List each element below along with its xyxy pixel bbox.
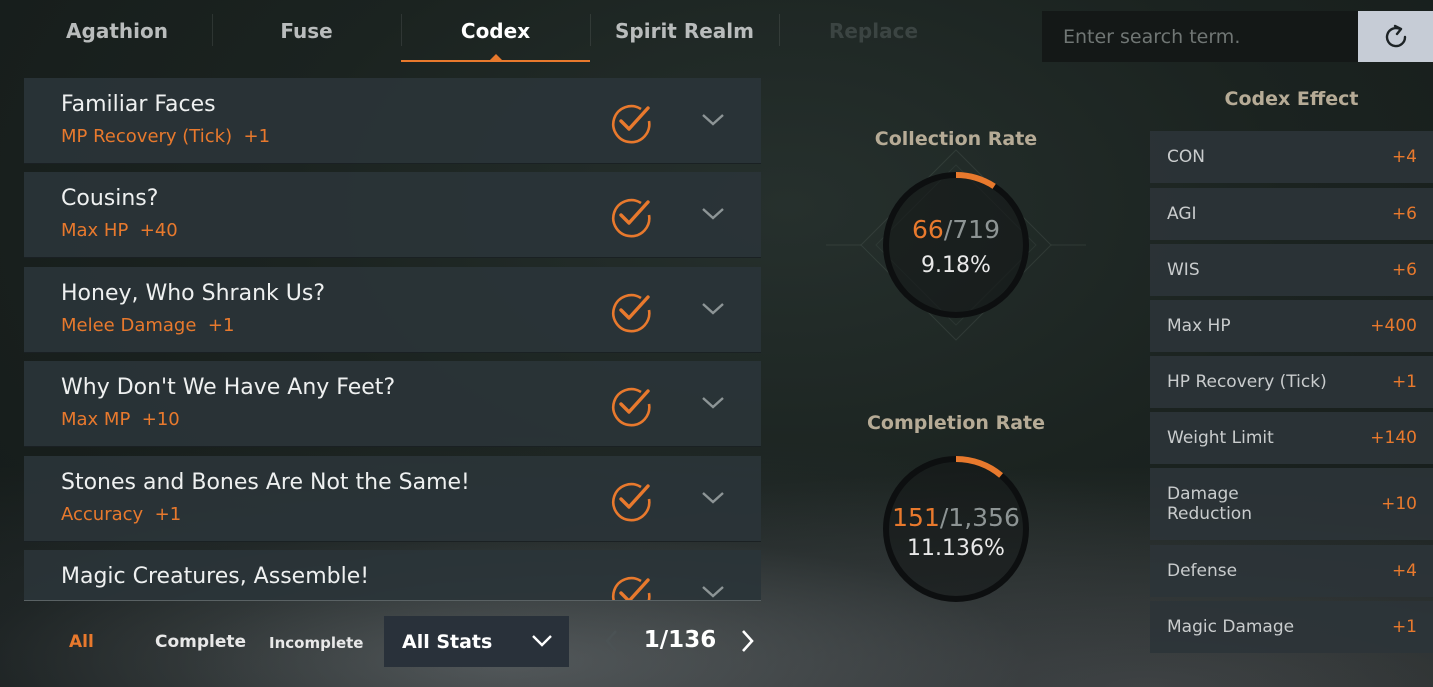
- effect-stat-value: +1: [1391, 372, 1417, 392]
- codex-item-title: Familiar Faces: [61, 92, 216, 117]
- tab-fuse[interactable]: Fuse: [212, 0, 401, 62]
- completion-total: /1,356: [939, 503, 1020, 532]
- codex-item[interactable]: Stones and Bones Are Not the Same! Accur…: [24, 456, 761, 542]
- effect-stat-name: AGI: [1167, 204, 1197, 224]
- codex-item[interactable]: Magic Creatures, Assemble!: [24, 550, 761, 600]
- completion-percent: 11.136%: [907, 536, 1005, 561]
- codex-effect-row: Magic Damage +1: [1150, 601, 1433, 653]
- codex-effect-row: CON +4: [1150, 131, 1433, 183]
- tab-replace: Replace: [779, 0, 968, 62]
- codex-item-title: Magic Creatures, Assemble!: [61, 564, 370, 589]
- effect-stat-name: HP Recovery (Tick): [1167, 372, 1327, 392]
- check-circle-icon: [611, 293, 651, 333]
- effect-stat-name: Damage Reduction: [1167, 484, 1252, 524]
- collection-percent: 9.18%: [921, 253, 991, 278]
- completion-current: 151: [892, 503, 940, 532]
- codex-item-effect: Max MP +10: [61, 409, 180, 430]
- codex-effect-row: Defense +4: [1150, 545, 1433, 597]
- codex-effect-title: Codex Effect: [1224, 88, 1359, 110]
- codex-effect-row: WIS +6: [1150, 244, 1433, 296]
- codex-effect-row: Max HP +400: [1150, 300, 1433, 352]
- effect-stat-value: +10: [1381, 494, 1417, 514]
- filter-incomplete[interactable]: Incomplete: [269, 634, 363, 652]
- effect-stat-name: CON: [1167, 147, 1205, 167]
- codex-effect-row: Weight Limit +140: [1150, 412, 1433, 464]
- effect-stat-name: Magic Damage: [1167, 617, 1295, 637]
- tab-label: Spirit Realm: [615, 19, 754, 43]
- active-tab-caret-icon: [489, 54, 502, 60]
- chevron-left-icon[interactable]: [603, 628, 621, 654]
- stat-select-dropdown[interactable]: All Stats: [384, 616, 569, 667]
- effect-stat-value: +140: [1370, 428, 1417, 448]
- stat-select-value: All Stats: [402, 630, 493, 653]
- refresh-button[interactable]: [1358, 11, 1433, 62]
- codex-item[interactable]: Familiar Faces MP Recovery (Tick) +1: [24, 78, 761, 164]
- tab-label: Replace: [828, 19, 919, 43]
- codex-item-effect: Max HP +40: [61, 220, 178, 241]
- codex-effect-row: HP Recovery (Tick) +1: [1150, 356, 1433, 408]
- check-circle-icon: [611, 198, 651, 238]
- effect-stat-value: +4: [1391, 561, 1417, 581]
- codex-item[interactable]: Honey, Who Shrank Us? Melee Damage +1: [24, 267, 761, 353]
- codex-item-effect: MP Recovery (Tick) +1: [61, 126, 271, 147]
- codex-item[interactable]: Why Don't We Have Any Feet? Max MP +10: [24, 361, 761, 447]
- effect-stat-value: +400: [1370, 316, 1417, 336]
- codex-effect-row: Damage Reduction +10: [1150, 468, 1433, 540]
- check-circle-icon: [611, 387, 651, 427]
- refresh-icon: [1385, 24, 1406, 47]
- chevron-down-icon[interactable]: [700, 205, 726, 223]
- effect-stat-name: Weight Limit: [1167, 428, 1274, 448]
- codex-effect-row: AGI +6: [1150, 188, 1433, 240]
- collection-rate-ring: [826, 149, 1086, 341]
- check-circle-icon: [611, 104, 651, 144]
- effect-stat-name: WIS: [1167, 260, 1200, 280]
- tab-codex[interactable]: Codex: [401, 0, 590, 62]
- chevron-down-icon[interactable]: [700, 394, 726, 412]
- collection-total: /719: [943, 215, 1000, 244]
- collection-count: 66/719: [856, 215, 1056, 244]
- check-circle-icon: [611, 576, 651, 600]
- chevron-down-icon[interactable]: [700, 489, 726, 507]
- chevron-down-icon[interactable]: [700, 583, 726, 600]
- codex-item-title: Honey, Who Shrank Us?: [61, 281, 325, 306]
- codex-item-title: Why Don't We Have Any Feet?: [61, 375, 396, 400]
- effect-stat-name: Defense: [1167, 561, 1238, 581]
- completion-count: 151/1,356: [856, 503, 1056, 532]
- effect-stat-value: +1: [1391, 617, 1417, 637]
- check-circle-icon: [611, 482, 651, 522]
- tab-agathion[interactable]: Agathion: [0, 0, 212, 62]
- collection-current: 66: [912, 215, 944, 244]
- tab-spirit-realm[interactable]: Spirit Realm: [590, 0, 779, 62]
- search-input[interactable]: Enter search term.: [1042, 11, 1358, 62]
- effect-stat-value: +6: [1391, 204, 1417, 224]
- tab-label: Fuse: [280, 19, 333, 43]
- effect-stat-value: +4: [1391, 147, 1417, 167]
- chevron-down-icon: [532, 635, 552, 647]
- list-divider: [24, 600, 761, 601]
- codex-item-effect: Melee Damage +1: [61, 315, 235, 336]
- search-placeholder: Enter search term.: [1063, 25, 1241, 48]
- effect-stat-value: +6: [1391, 260, 1417, 280]
- tab-bar: Agathion Fuse Codex Spirit Realm Replace: [0, 0, 1040, 62]
- effect-stat-name: Max HP: [1167, 316, 1231, 336]
- codex-list: Familiar Faces MP Recovery (Tick) +1 Cou…: [24, 78, 761, 600]
- codex-item-effect: Accuracy +1: [61, 504, 182, 525]
- codex-item-title: Stones and Bones Are Not the Same!: [61, 470, 470, 495]
- tab-label: Agathion: [66, 19, 168, 43]
- codex-item[interactable]: Cousins? Max HP +40: [24, 172, 761, 258]
- chevron-down-icon[interactable]: [700, 111, 726, 129]
- filter-complete[interactable]: Complete: [155, 632, 246, 652]
- chevron-right-icon[interactable]: [738, 628, 756, 654]
- page-indicator: 1/136: [643, 627, 717, 653]
- codex-item-title: Cousins?: [61, 186, 159, 211]
- chevron-down-icon[interactable]: [700, 300, 726, 318]
- tab-label: Codex: [460, 19, 531, 43]
- filter-all[interactable]: All: [69, 632, 94, 652]
